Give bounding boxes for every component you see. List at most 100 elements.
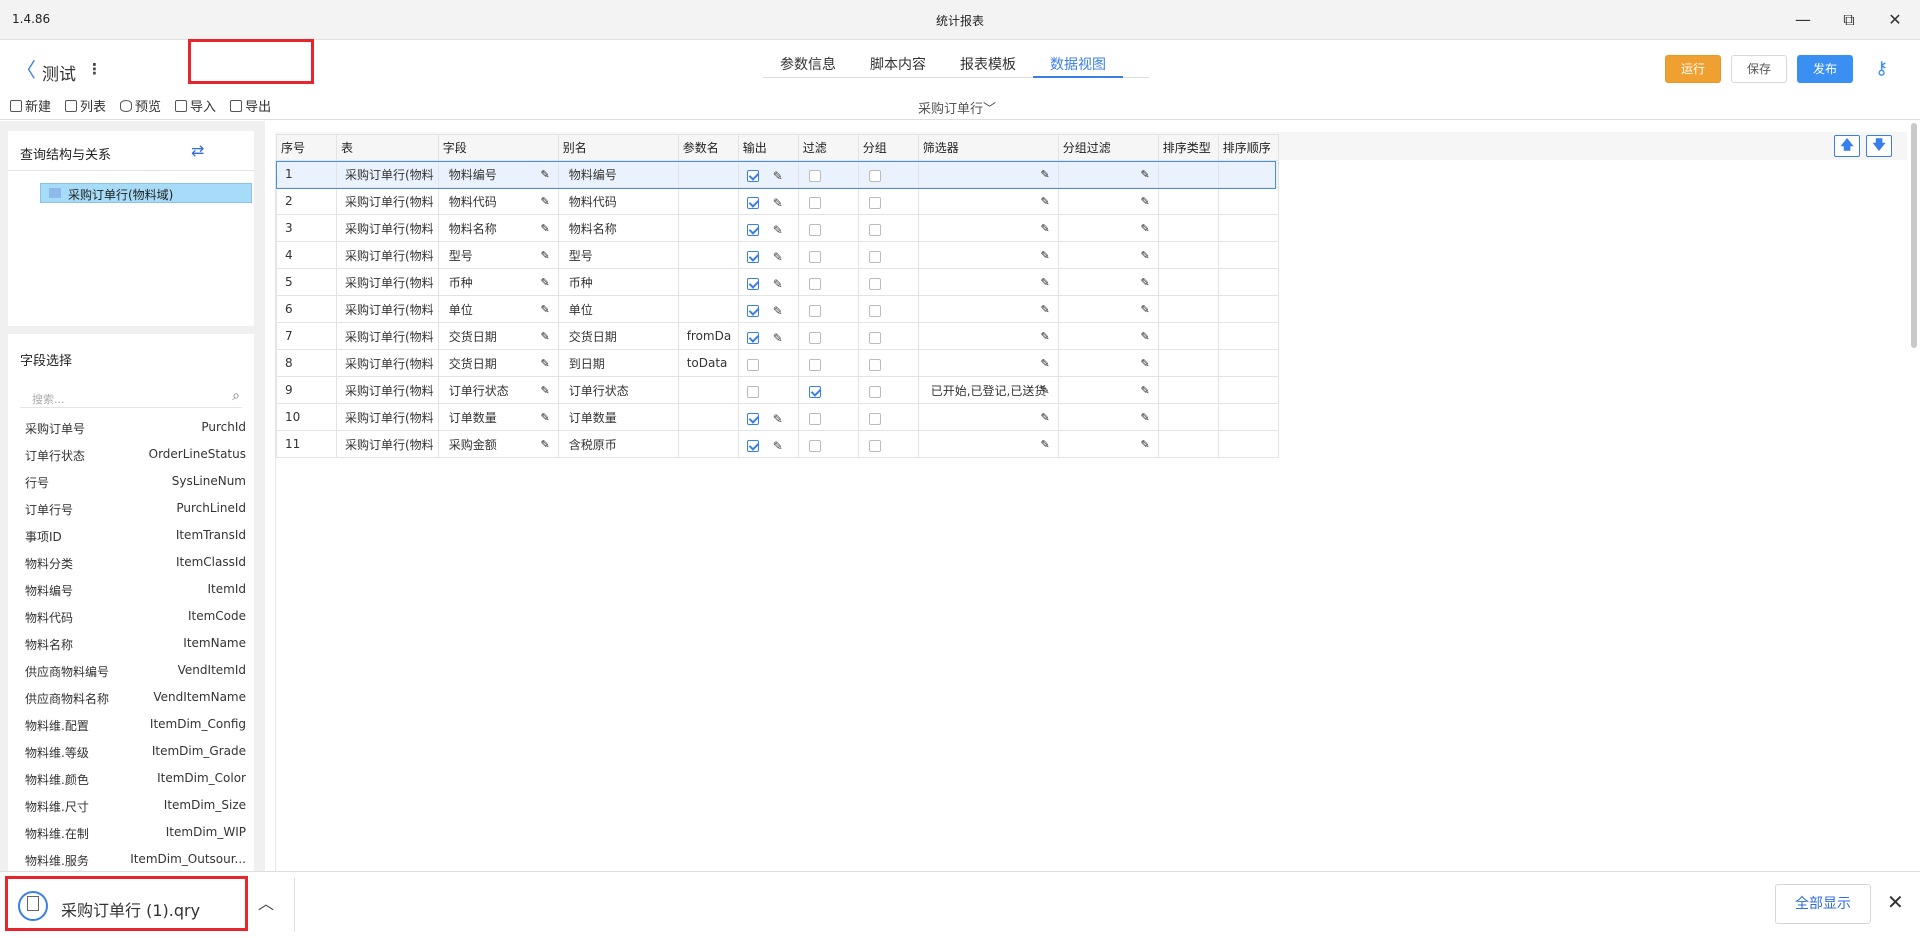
edit-selector-pen-icon[interactable]: ✎ <box>1040 357 1049 370</box>
group-checkbox[interactable] <box>868 358 881 371</box>
sort-order-cell[interactable] <box>1217 349 1279 377</box>
sort-order-cell[interactable] <box>1217 403 1279 431</box>
table-row[interactable]: 8 采购订单行(物料 交货日期 ✎ 到日期 toData ✎ ✎ <box>276 349 1279 377</box>
group-checkbox[interactable] <box>868 439 881 452</box>
edit-selector-pen-icon[interactable]: ✎ <box>1040 276 1049 289</box>
table-selector[interactable]: 采购订单行﹀ <box>918 98 996 117</box>
edit-field-pen-icon[interactable]: ✎ <box>540 384 549 397</box>
swap-icon[interactable]: ⇄ <box>191 141 204 160</box>
back-icon[interactable]: 〈 <box>16 58 36 82</box>
tab-2[interactable]: 报表模板 <box>943 48 1033 78</box>
edit-group-filter-pen-icon[interactable]: ✎ <box>1140 384 1149 397</box>
table-row[interactable]: 1 采购订单行(物料 物料编号 ✎ 物料编号 ✎ ✎ ✎ <box>276 160 1279 188</box>
edit-selector-pen-icon[interactable]: ✎ <box>1040 303 1049 316</box>
sort-type-cell[interactable] <box>1157 430 1219 458</box>
field-list-item[interactable]: 物料维.配置 ItemDim_Config <box>8 711 254 738</box>
group-checkbox[interactable] <box>868 331 881 344</box>
output-checkbox[interactable] <box>746 358 759 371</box>
group-checkbox[interactable] <box>868 196 881 209</box>
sort-order-cell[interactable] <box>1217 241 1279 269</box>
publish-button[interactable]: 发布 <box>1797 55 1853 83</box>
field-list-item[interactable]: 物料编号 ItemId <box>8 576 254 603</box>
output-checkbox[interactable] <box>746 331 759 344</box>
edit-field-pen-icon[interactable]: ✎ <box>540 195 549 208</box>
edit-selector-pen-icon[interactable]: ✎ <box>1040 195 1049 208</box>
edit-field-pen-icon[interactable]: ✎ <box>540 222 549 235</box>
edit-group-filter-pen-icon[interactable]: ✎ <box>1140 222 1149 235</box>
search-input[interactable]: 搜索... ⌕ <box>20 388 242 408</box>
edit-output-icon[interactable]: ✎ <box>773 412 783 426</box>
save-button[interactable]: 保存 <box>1731 55 1787 83</box>
edit-group-filter-pen-icon[interactable]: ✎ <box>1140 168 1149 181</box>
field-list-item[interactable]: 物料维.颜色 ItemDim_Color <box>8 765 254 792</box>
edit-output-icon[interactable]: ✎ <box>773 223 783 237</box>
sort-order-cell[interactable] <box>1217 268 1279 296</box>
edit-output-icon[interactable]: ✎ <box>773 304 783 318</box>
edit-selector-pen-icon[interactable]: ✎ <box>1040 168 1049 181</box>
filter-checkbox[interactable] <box>808 223 821 236</box>
group-checkbox[interactable] <box>868 412 881 425</box>
edit-selector-pen-icon[interactable]: ✎ <box>1040 330 1049 343</box>
field-list-item[interactable]: 订单行状态 OrderLineStatus <box>8 441 254 468</box>
table-row[interactable]: 7 采购订单行(物料 交货日期 ✎ 交货日期 fromDa ✎ ✎ ✎ <box>276 322 1279 350</box>
edit-group-filter-pen-icon[interactable]: ✎ <box>1140 303 1149 316</box>
field-list-item[interactable]: 事项ID ItemTransId <box>8 522 254 549</box>
group-checkbox[interactable] <box>868 304 881 317</box>
edit-field-pen-icon[interactable]: ✎ <box>540 168 549 181</box>
filter-checkbox[interactable] <box>808 277 821 290</box>
output-checkbox[interactable] <box>746 169 759 182</box>
edit-output-icon[interactable]: ✎ <box>773 331 783 345</box>
tab-0[interactable]: 参数信息 <box>763 48 853 78</box>
field-list-item[interactable]: 物料维.等级 ItemDim_Grade <box>8 738 254 765</box>
edit-output-icon[interactable]: ✎ <box>773 169 783 183</box>
output-checkbox[interactable] <box>746 412 759 425</box>
sort-type-cell[interactable] <box>1157 268 1219 296</box>
download-bar-close-icon[interactable]: ✕ <box>1887 890 1904 914</box>
sort-type-cell[interactable] <box>1157 322 1219 350</box>
output-checkbox[interactable] <box>746 439 759 452</box>
tab-3[interactable]: 数据视图 <box>1033 48 1123 78</box>
show-all-button[interactable]: 全部显示 <box>1775 884 1871 924</box>
output-checkbox[interactable] <box>746 277 759 290</box>
table-row[interactable]: 4 采购订单行(物料 型号 ✎ 型号 ✎ ✎ ✎ <box>276 241 1279 269</box>
sort-order-cell[interactable] <box>1217 295 1279 323</box>
key-icon[interactable]: ⚷ <box>1875 58 1888 79</box>
output-checkbox[interactable] <box>746 223 759 236</box>
field-list-item[interactable]: 行号 SysLineNum <box>8 468 254 495</box>
edit-field-pen-icon[interactable]: ✎ <box>540 411 549 424</box>
table-row[interactable]: 6 采购订单行(物料 单位 ✎ 单位 ✎ ✎ ✎ <box>276 295 1279 323</box>
import-button[interactable]: 导入 <box>175 96 216 115</box>
filter-checkbox[interactable] <box>808 304 821 317</box>
filter-checkbox[interactable] <box>808 412 821 425</box>
sort-type-cell[interactable] <box>1157 349 1219 377</box>
field-list-item[interactable]: 物料分类 ItemClassId <box>8 549 254 576</box>
field-list-item[interactable]: 物料维.在制 ItemDim_WIP <box>8 819 254 846</box>
edit-field-pen-icon[interactable]: ✎ <box>540 276 549 289</box>
sort-order-cell[interactable] <box>1217 376 1279 404</box>
edit-field-pen-icon[interactable]: ✎ <box>540 330 549 343</box>
vertical-scrollbar[interactable] <box>1911 123 1917 348</box>
output-checkbox[interactable] <box>746 250 759 263</box>
field-list-item[interactable]: 供应商物料名称 VendItemName <box>8 684 254 711</box>
edit-field-pen-icon[interactable]: ✎ <box>540 249 549 262</box>
restore-icon[interactable]: ⧉ <box>1837 8 1861 32</box>
edit-group-filter-pen-icon[interactable]: ✎ <box>1140 249 1149 262</box>
run-button[interactable]: 运行 <box>1665 55 1721 83</box>
edit-group-filter-pen-icon[interactable]: ✎ <box>1140 330 1149 343</box>
sort-type-cell[interactable] <box>1157 403 1219 431</box>
table-row[interactable]: 11 采购订单行(物料 采购金额 ✎ 含税原币 ✎ ✎ ✎ <box>276 430 1279 458</box>
sort-type-cell[interactable] <box>1157 241 1219 269</box>
edit-output-icon[interactable]: ✎ <box>773 196 783 210</box>
new-button[interactable]: 新建 <box>10 96 51 115</box>
table-row[interactable]: 9 采购订单行(物料 订单行状态 ✎ 订单行状态 已开始,已登记,已送货 ✎ ✎ <box>276 376 1279 404</box>
table-row[interactable]: 5 采购订单行(物料 币种 ✎ 币种 ✎ ✎ ✎ <box>276 268 1279 296</box>
field-list-item[interactable]: 供应商物料编号 VendItemId <box>8 657 254 684</box>
preview-button[interactable]: 预览 <box>120 96 161 115</box>
filter-checkbox[interactable] <box>808 331 821 344</box>
field-list-item[interactable]: 采购订单号 PurchId <box>8 414 254 441</box>
edit-group-filter-pen-icon[interactable]: ✎ <box>1140 438 1149 451</box>
table-row[interactable]: 10 采购订单行(物料 订单数量 ✎ 订单数量 ✎ ✎ ✎ <box>276 403 1279 431</box>
output-checkbox[interactable] <box>746 196 759 209</box>
table-row[interactable]: 2 采购订单行(物料 物料代码 ✎ 物料代码 ✎ ✎ ✎ <box>276 187 1279 215</box>
table-row[interactable]: 3 采购订单行(物料 物料名称 ✎ 物料名称 ✎ ✎ ✎ <box>276 214 1279 242</box>
